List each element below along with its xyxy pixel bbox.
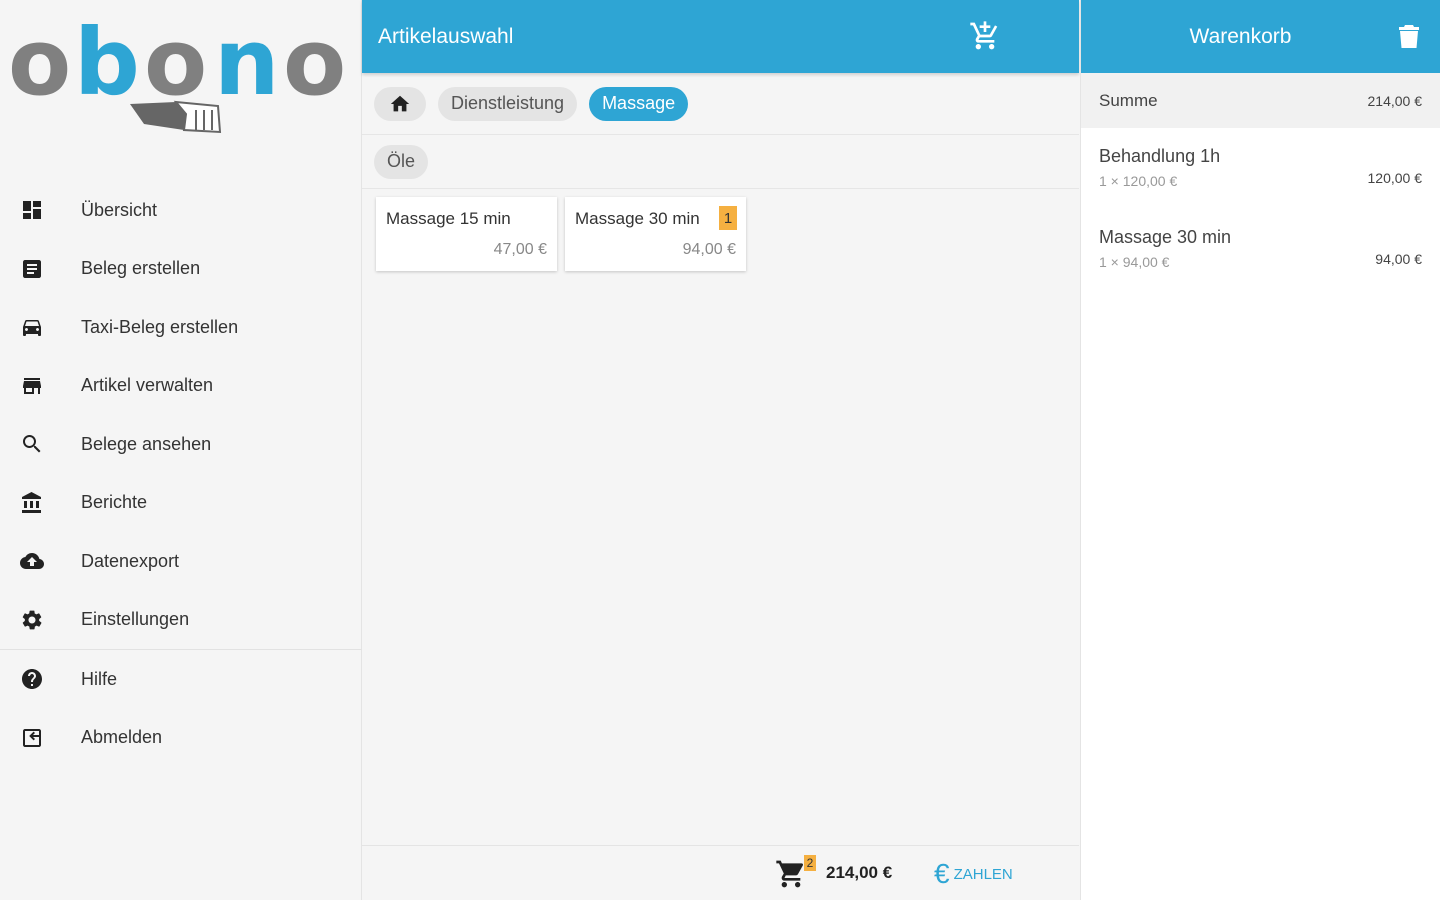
logout-icon	[20, 726, 44, 750]
svg-text:b: b	[74, 9, 140, 116]
cart-item-name: Behandlung 1h	[1099, 146, 1221, 166]
sidebar-item-label: Beleg erstellen	[81, 258, 201, 279]
sidebar-item-label: Einstellungen	[81, 609, 190, 630]
gear-icon	[20, 608, 44, 632]
cart-sum-value: 214,00 €	[1367, 92, 1423, 109]
sidebar-item-label: Hilfe	[81, 668, 118, 689]
product-price: 47,00 €	[493, 241, 547, 258]
svg-text:n: n	[214, 9, 280, 116]
cart-header: Warenkorb	[1081, 0, 1440, 73]
product-price: 94,00 €	[682, 241, 736, 258]
sidebar-item-label: Artikel verwalten	[81, 375, 214, 396]
subcategory-row: Öle	[362, 135, 1079, 189]
subcategory-oele[interactable]: Öle	[374, 144, 429, 179]
obono-logo: o b o n o	[8, 9, 346, 134]
quantity-badge: 1	[719, 206, 737, 230]
cart-sum-label: Summe	[1099, 90, 1158, 110]
sidebar-item-taxi-beleg[interactable]: Taxi-Beleg erstellen	[0, 298, 362, 357]
cart-total: 214,00 €	[826, 863, 893, 882]
svg-text:o: o	[144, 9, 207, 116]
help-icon	[20, 667, 44, 691]
sidebar: o b o n o Übersicht Beleg erstellen Taxi	[0, 0, 362, 900]
sidebar-item-label: Taxi-Beleg erstellen	[81, 316, 239, 337]
sidebar-item-label: Abmelden	[81, 727, 163, 748]
cart-icon[interactable]	[775, 858, 807, 890]
cart-item-price: 94,00 €	[1375, 251, 1422, 267]
article-selection-header: Artikelauswahl	[362, 0, 1079, 73]
home-button[interactable]	[374, 86, 426, 121]
cart-item-price: 120,00 €	[1367, 170, 1423, 186]
sidebar-item-belege-ansehen[interactable]: Belege ansehen	[0, 415, 362, 474]
sidebar-item-uebersicht[interactable]: Übersicht	[0, 181, 362, 240]
sidebar-item-artikel-verwalten[interactable]: Artikel verwalten	[0, 357, 362, 416]
sidebar-item-berichte[interactable]: Berichte	[0, 474, 362, 533]
article-selection-panel: Artikelauswahl Dienstleistung Massage Öl…	[362, 0, 1079, 900]
sidebar-item-einstellungen[interactable]: Einstellungen	[0, 591, 362, 650]
add-to-cart-icon[interactable]	[969, 20, 1001, 52]
sidebar-item-datenexport[interactable]: Datenexport	[0, 532, 362, 591]
cart-panel: Warenkorb Summe 214,00 € Behandlung 1h 1…	[1080, 0, 1440, 900]
cart-item-name: Massage 30 min	[1099, 227, 1232, 247]
trash-icon[interactable]	[1398, 24, 1420, 48]
page-title: Artikelauswahl	[378, 24, 514, 48]
euro-icon: €	[934, 858, 950, 889]
taxi-icon	[20, 315, 44, 339]
cloud-upload-icon	[20, 549, 44, 573]
svg-text:o: o	[283, 9, 346, 116]
store-icon	[20, 374, 44, 398]
receipt-icon	[20, 257, 44, 281]
sidebar-nav: Übersicht Beleg erstellen Taxi-Beleg ers…	[0, 181, 362, 767]
cart-title: Warenkorb	[1189, 24, 1292, 48]
pay-button-label: ZAHLEN	[953, 865, 1013, 883]
breadcrumb: Dienstleistung Massage	[362, 73, 1079, 135]
sidebar-item-label: Berichte	[81, 492, 148, 513]
product-tile[interactable]: Massage 30 min 1 94,00 €	[565, 197, 746, 271]
sidebar-item-abmelden[interactable]: Abmelden	[0, 709, 362, 768]
bank-icon	[20, 491, 44, 515]
cart-item[interactable]: Behandlung 1h 1 × 120,00 € 120,00 €	[1081, 128, 1440, 209]
home-icon	[390, 95, 410, 111]
svg-text:o: o	[8, 9, 69, 116]
cart-count-badge: 2	[804, 855, 816, 871]
sidebar-item-hilfe[interactable]: Hilfe	[0, 650, 362, 709]
product-name: Massage 30 min	[575, 209, 700, 228]
product-grid: Massage 15 min 47,00 € Massage 30 min 1 …	[362, 189, 1079, 271]
cart-item-detail: 1 × 94,00 €	[1099, 254, 1170, 270]
cart-item[interactable]: Massage 30 min 1 × 94,00 € 94,00 €	[1081, 209, 1440, 290]
pay-button[interactable]: € ZAHLEN	[934, 860, 1013, 888]
checkout-bar: 2 214,00 € € ZAHLEN	[362, 845, 1079, 900]
sidebar-item-beleg-erstellen[interactable]: Beleg erstellen	[0, 240, 362, 299]
sidebar-item-label: Datenexport	[81, 550, 180, 571]
sidebar-item-label: Belege ansehen	[81, 433, 212, 454]
search-icon	[20, 432, 44, 456]
product-tile[interactable]: Massage 15 min 47,00 €	[376, 197, 557, 271]
sidebar-item-label: Übersicht	[81, 199, 158, 220]
cart-sum-row: Summe 214,00 €	[1081, 73, 1440, 128]
breadcrumb-dienstleistung[interactable]: Dienstleistung	[438, 86, 578, 121]
product-name: Massage 15 min	[386, 209, 511, 228]
dashboard-icon	[20, 198, 44, 222]
breadcrumb-massage[interactable]: Massage	[589, 86, 689, 121]
